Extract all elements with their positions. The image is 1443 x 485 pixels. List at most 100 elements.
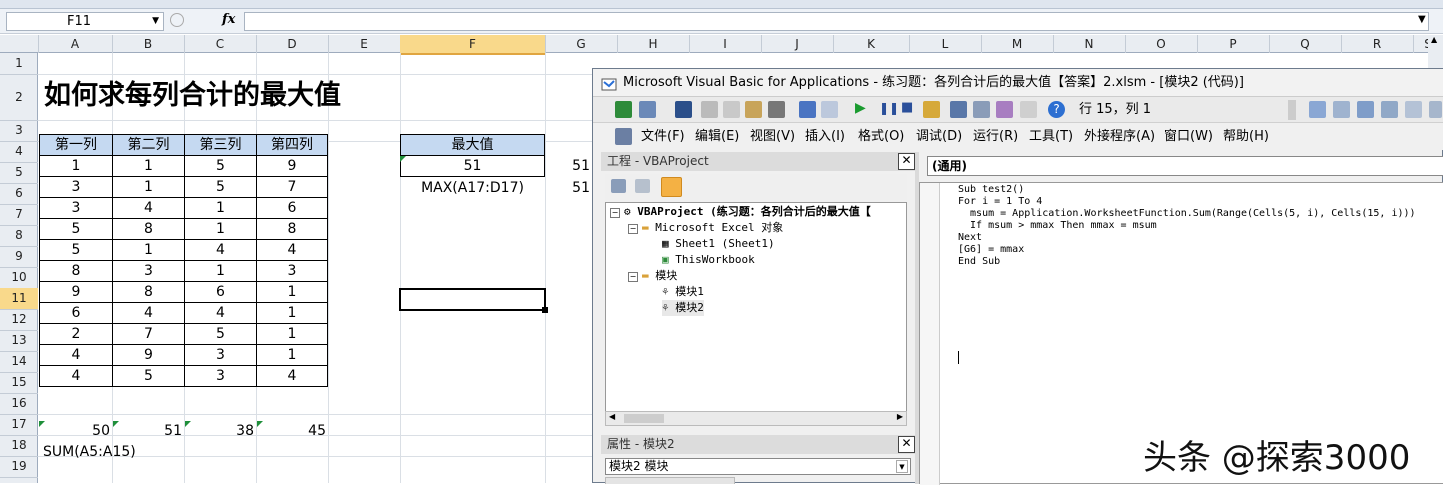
table-cell[interactable]: 1 (112, 176, 185, 198)
chevron-down-icon[interactable]: ▼ (152, 13, 159, 30)
row-header[interactable]: 5 (0, 162, 38, 184)
toggle-folders-icon[interactable] (661, 177, 682, 197)
table-cell[interactable]: 4 (256, 239, 328, 261)
table-cell[interactable]: 1 (112, 239, 185, 261)
column-header[interactable]: R (1341, 35, 1414, 53)
table-cell[interactable]: 5 (112, 365, 185, 387)
cell-g5[interactable]: 51 (545, 156, 590, 177)
row-header[interactable]: 1 (0, 53, 38, 75)
table-cell[interactable]: 4 (39, 344, 113, 366)
vertical-scrollbar[interactable]: ▲ (1428, 35, 1443, 68)
menu-run[interactable]: 运行(R) (973, 123, 1018, 150)
table-cell[interactable]: 1 (256, 323, 328, 345)
table-cell[interactable]: 8 (256, 218, 328, 240)
menu-edit[interactable]: 编辑(E) (695, 123, 739, 150)
toolbox-icon[interactable] (1020, 101, 1037, 118)
row-header[interactable]: 16 (0, 393, 38, 415)
table-cell[interactable]: 9 (39, 281, 113, 303)
menu-debug[interactable]: 调试(D) (916, 123, 962, 150)
collapse-icon[interactable]: − (610, 208, 620, 218)
insert-function-button[interactable]: fx (222, 12, 235, 27)
table-header[interactable]: 第二列 (112, 134, 185, 156)
formula-input[interactable] (244, 12, 1429, 31)
column-header[interactable]: B (112, 35, 185, 53)
table-cell[interactable]: 9 (112, 344, 185, 366)
parameter-info-icon[interactable] (1429, 101, 1442, 118)
column-header[interactable]: A (38, 35, 113, 53)
scroll-right-icon[interactable]: ▶ (897, 412, 903, 421)
toolbar-overflow[interactable] (1288, 100, 1296, 120)
column-header[interactable]: C (184, 35, 257, 53)
sum-a17[interactable]: 50 (38, 421, 110, 442)
table-cell[interactable]: 5 (184, 155, 257, 177)
table-cell[interactable]: 6 (256, 197, 328, 219)
sum-c17[interactable]: 38 (184, 421, 254, 442)
column-header[interactable]: P (1197, 35, 1270, 53)
reset-icon[interactable]: ■ (901, 100, 913, 115)
table-cell[interactable]: 6 (39, 302, 113, 324)
row-header[interactable]: 6 (0, 183, 38, 205)
menu-addins[interactable]: 外接程序(A) (1084, 123, 1155, 150)
row-header[interactable]: 2 (0, 74, 38, 121)
row-header[interactable]: 17 (0, 414, 38, 436)
table-cell[interactable]: 4 (256, 365, 328, 387)
table-cell[interactable]: 9 (256, 155, 328, 177)
break-icon[interactable]: ❚❚ (879, 101, 899, 115)
table-cell[interactable]: 1 (256, 281, 328, 303)
tree-node-modules[interactable]: ▬ 模块 (642, 268, 677, 284)
table-cell[interactable]: 3 (39, 197, 113, 219)
fill-handle[interactable] (542, 307, 548, 313)
menu-tools[interactable]: 工具(T) (1029, 123, 1073, 150)
table-cell[interactable]: 1 (184, 260, 257, 282)
save-icon[interactable] (675, 101, 692, 118)
table-cell[interactable]: 5 (184, 176, 257, 198)
table-cell[interactable]: 1 (184, 197, 257, 219)
table-cell[interactable]: 5 (184, 323, 257, 345)
tree-node-module1[interactable]: ⚘ 模块1 (662, 284, 704, 300)
row-header[interactable]: 10 (0, 267, 38, 289)
cut-icon[interactable] (701, 101, 718, 118)
undo-icon[interactable] (799, 101, 816, 118)
table-cell[interactable]: 4 (39, 365, 113, 387)
excel-icon[interactable] (615, 101, 632, 118)
table-cell[interactable]: 1 (184, 218, 257, 240)
menu-view[interactable]: 视图(V) (750, 123, 795, 150)
selected-cell[interactable] (399, 288, 546, 311)
table-cell[interactable]: 8 (112, 218, 185, 240)
max-header[interactable]: 最大值 (400, 134, 545, 156)
name-box[interactable]: F11 ▼ (6, 12, 164, 31)
table-header[interactable]: 第一列 (39, 134, 113, 156)
table-cell[interactable]: 3 (184, 365, 257, 387)
row-header[interactable]: 13 (0, 330, 38, 352)
menu-file[interactable]: 文件(F) (641, 123, 685, 150)
collapse-icon[interactable]: − (628, 272, 638, 282)
column-header[interactable]: E (328, 35, 401, 53)
scroll-left-icon[interactable]: ◀ (609, 412, 615, 421)
max-formula-text[interactable]: MAX(A17:D17) (400, 178, 545, 199)
tree-node-sheet1[interactable]: ▦ Sheet1 (Sheet1) (662, 236, 775, 252)
column-header[interactable]: H (617, 35, 690, 53)
run-icon[interactable]: ▶ (855, 100, 866, 116)
row-header[interactable]: 18 (0, 435, 38, 457)
properties-window-icon[interactable] (973, 101, 990, 118)
table-cell[interactable]: 4 (112, 302, 185, 324)
sum-formula-text[interactable]: SUM(A5:A15) (43, 442, 136, 463)
tree-node-excel-objects[interactable]: ▬ Microsoft Excel 对象 (642, 220, 783, 236)
row-header[interactable]: 8 (0, 225, 38, 247)
table-cell[interactable]: 3 (39, 176, 113, 198)
column-header[interactable]: L (909, 35, 982, 53)
redo-icon[interactable] (821, 101, 838, 118)
view-object-icon[interactable] (635, 179, 650, 193)
scroll-thumb[interactable] (624, 414, 664, 423)
table-header[interactable]: 第三列 (184, 134, 257, 156)
menu-format[interactable]: 格式(O) (858, 123, 904, 150)
row-header[interactable]: 11 (0, 288, 38, 310)
menu-window[interactable]: 窗口(W) (1164, 123, 1213, 150)
column-header[interactable]: M (981, 35, 1054, 53)
column-header[interactable]: J (761, 35, 834, 53)
table-cell[interactable]: 4 (184, 239, 257, 261)
table-header[interactable]: 第四列 (256, 134, 328, 156)
cell-g6[interactable]: 51 (545, 178, 590, 199)
object-browser-icon[interactable] (996, 101, 1013, 118)
collapse-icon[interactable]: − (628, 224, 638, 234)
